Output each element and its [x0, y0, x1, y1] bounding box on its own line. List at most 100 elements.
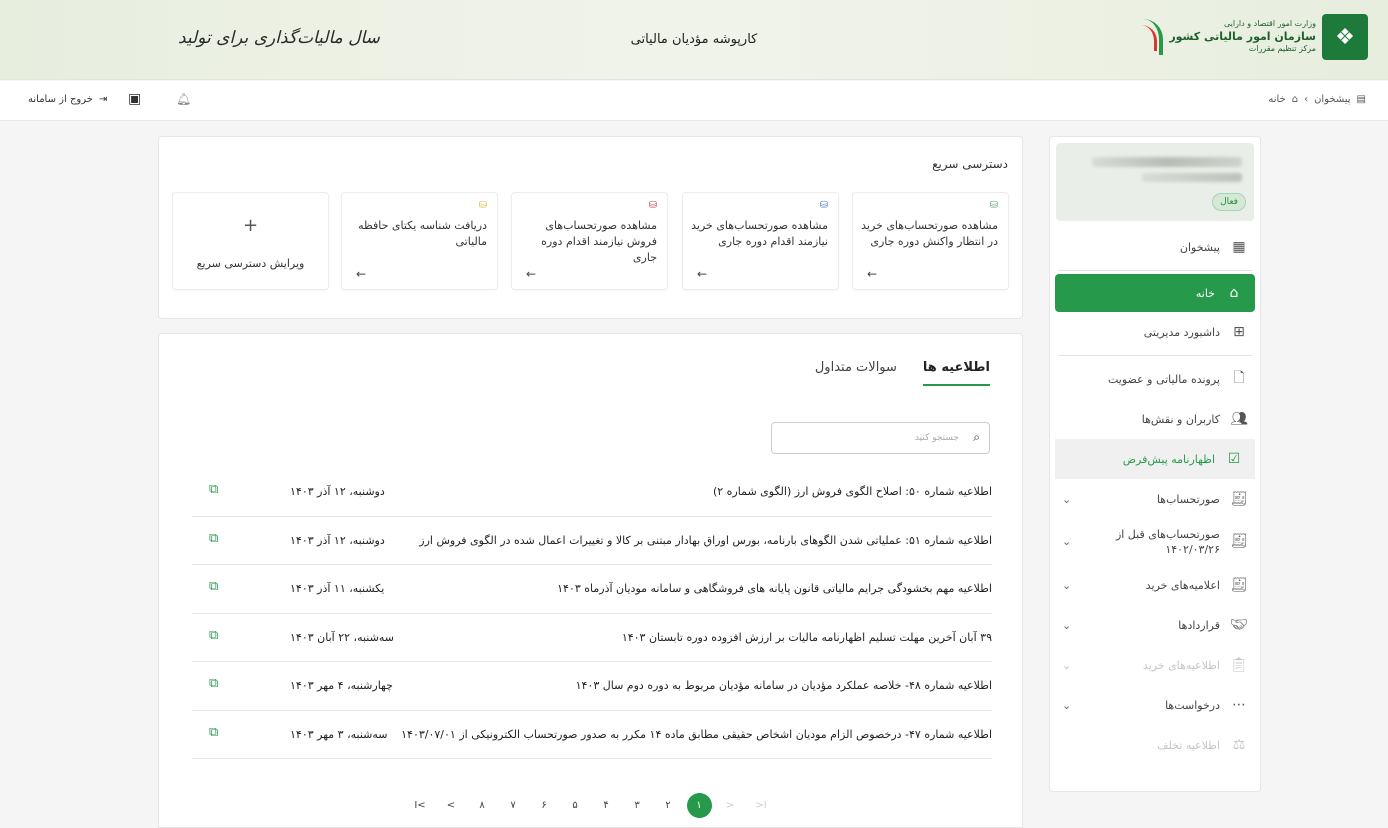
- next-page-button[interactable]: <: [718, 793, 743, 818]
- announcement-title[interactable]: اطلاعیه شماره ۵۰: اصلاح الگوی فروش ارز (…: [713, 485, 992, 498]
- profile-card-icon[interactable]: ▣: [128, 91, 141, 107]
- plus-icon: +: [242, 215, 259, 236]
- breadcrumb-dashboard[interactable]: پیشخوان: [1314, 94, 1350, 105]
- sidebar-item-label: درخواست‌ها: [1165, 698, 1220, 712]
- last-page-button[interactable]: I<: [749, 793, 774, 818]
- sidebar-item-tax-file[interactable]: 🗋 پرونده مالیاتی و عضویت: [1050, 359, 1260, 399]
- sidebar-item-requests[interactable]: ⋯ درخواست‌ها ⌄: [1050, 685, 1260, 725]
- page-button-8[interactable]: ۸: [470, 793, 495, 818]
- sidebar-item-label: قراردادها: [1178, 618, 1220, 632]
- announcement-title[interactable]: اطلاعیه شماره ۴۷- درخصوص الزام مودیان اش…: [401, 728, 992, 741]
- page-button-1[interactable]: ۱: [686, 793, 712, 818]
- receipt-icon: 🧾︎: [1230, 577, 1248, 593]
- chevron-down-icon: ⌄: [1062, 618, 1072, 632]
- coins-icon: ⛁: [648, 200, 657, 211]
- tab-faq[interactable]: سوالات متداول: [815, 360, 897, 386]
- announcement-row[interactable]: اطلاعیه مهم بخشودگی جرایم مالیاتی قانون …: [192, 565, 992, 614]
- sidebar-item-contracts[interactable]: 🤝︎ قراردادها ⌄: [1050, 605, 1260, 645]
- search-icon[interactable]: ⌕: [973, 430, 980, 445]
- sidebar-item-label: اظهارنامه پیش‌فرض: [1122, 452, 1215, 466]
- chevron-down-icon: ⌄: [1062, 698, 1072, 712]
- coins-icon: ⛁: [819, 200, 828, 211]
- quick-card-memory-id[interactable]: ⛁ دریافت شناسه یکتای حافظه مالیاتی ←: [341, 192, 498, 290]
- announcement-title[interactable]: اطلاعیه شماره ۴۸- خلاصه عملکرد مؤدیان در…: [576, 679, 992, 692]
- chevron-down-icon: ⌄: [1062, 535, 1072, 549]
- sidebar: فعال ▦ پیشخوان ⌂ خانه ⊞ داشبورد مدیریتی …: [1049, 136, 1261, 792]
- sidebar-item-invoices[interactable]: 🧾︎ صورتحساب‌ها ⌄: [1050, 479, 1260, 519]
- sidebar-item-management-dashboard[interactable]: ⊞ داشبورد مدیریتی: [1050, 312, 1260, 352]
- open-external-icon[interactable]: ⧉: [209, 531, 218, 546]
- toolbar: ▤ پیشخوان › ⌂ خانه 🔔︎ ▣ خروج از سامانه ⇥: [0, 81, 1388, 121]
- sidebar-item-default-declaration[interactable]: ☑ اظهارنامه پیش‌فرض: [1055, 439, 1255, 479]
- home-icon: ⌂: [1229, 285, 1239, 301]
- announcement-row[interactable]: ۳۹ آبان آخرین مهلت تسلیم اظهارنامه مالیا…: [192, 614, 992, 662]
- exit-button[interactable]: خروج از سامانه ⇥: [28, 94, 107, 105]
- announcement-row[interactable]: اطلاعیه شماره ۴۷- درخصوص الزام مودیان اش…: [192, 711, 992, 759]
- sidebar-item-old-invoices[interactable]: 🧾︎ صورتحساب‌های قبل از ۱۴۰۲/۰۳/۲۶ ⌄: [1050, 519, 1260, 565]
- search-input[interactable]: [789, 429, 959, 447]
- edit-quick-access-button[interactable]: + ویرایش دسترسی سریع: [172, 192, 329, 290]
- announcement-title[interactable]: اطلاعیه مهم بخشودگی جرایم مالیاتی قانون …: [557, 582, 992, 595]
- announcement-row[interactable]: اطلاعیه شماره ۴۸- خلاصه عملکرد مؤدیان در…: [192, 662, 992, 711]
- quick-card-sales-action[interactable]: ⛁ مشاهده صورتحساب‌های فروش نیازمند اقدام…: [511, 192, 668, 290]
- divider: [1058, 270, 1252, 271]
- users-icon: 👥︎: [1230, 411, 1248, 427]
- first-page-button[interactable]: >I: [408, 793, 433, 818]
- chevron-down-icon: ⌄: [1062, 492, 1072, 506]
- sidebar-item-users[interactable]: 👥︎ کاربران و نقش‌ها: [1050, 399, 1260, 439]
- announcement-title[interactable]: اطلاعیه شماره ۵۱: عملیاتی شدن الگوهای با…: [419, 534, 992, 547]
- prev-page-button[interactable]: >: [439, 793, 464, 818]
- sidebar-item-label: پرونده مالیاتی و عضویت: [1108, 372, 1220, 386]
- breadcrumb-home[interactable]: خانه: [1268, 94, 1285, 105]
- page-button-2[interactable]: ۲: [656, 793, 681, 818]
- bell-icon[interactable]: 🔔︎: [176, 92, 191, 106]
- sidebar-item-label: اعلامیه‌های خرید: [1145, 578, 1220, 592]
- open-external-icon[interactable]: ⧉: [209, 482, 218, 497]
- announcement-date: دوشنبه، ۱۲ آذر ۱۴۰۳: [290, 485, 385, 498]
- user-name-blurred: [1092, 157, 1242, 167]
- status-badge: فعال: [1212, 193, 1246, 211]
- coins-icon: ⛁: [478, 200, 487, 211]
- sidebar-item-home[interactable]: ⌂ خانه: [1055, 274, 1255, 312]
- announcement-title[interactable]: ۳۹ آبان آخرین مهلت تسلیم اظهارنامه مالیا…: [622, 631, 992, 644]
- checklist-icon: ☑: [1227, 451, 1241, 467]
- quick-card-purchase-action[interactable]: ⛁ مشاهده صورتحساب‌های خرید نیازمند اقدام…: [682, 192, 839, 290]
- open-external-icon[interactable]: ⧉: [209, 579, 218, 594]
- open-external-icon[interactable]: ⧉: [209, 628, 218, 643]
- quick-card-label: مشاهده صورتحساب‌های فروش نیازمند اقدام د…: [541, 219, 657, 264]
- announcement-list: اطلاعیه شماره ۵۰: اصلاح الگوی فروش ارز (…: [192, 468, 992, 759]
- sidebar-item-label: اطلاعیه‌های خرید: [1142, 658, 1220, 672]
- page-button-4[interactable]: ۴: [594, 793, 619, 818]
- dashboard-grid-icon: ▦: [1232, 239, 1246, 255]
- announcement-date: سه‌شنبه، ۳ مهر ۱۴۰۳: [290, 727, 388, 741]
- home-small-icon: ⌂: [1291, 94, 1299, 105]
- quick-card-pending-purchase[interactable]: ⛁ مشاهده صورتحساب‌های خرید در انتظار واک…: [852, 192, 1009, 290]
- handshake-icon: 🤝︎: [1230, 617, 1248, 633]
- page-button-3[interactable]: ۳: [625, 793, 650, 818]
- announcement-row[interactable]: اطلاعیه شماره ۵۱: عملیاتی شدن الگوهای با…: [192, 517, 992, 565]
- edit-quick-access-label: ویرایش دسترسی سریع: [196, 257, 305, 270]
- message-icon: ⋯: [1232, 697, 1246, 713]
- page-button-7[interactable]: ۷: [501, 793, 526, 818]
- tab-announcements[interactable]: اطلاعیه ها: [922, 360, 990, 386]
- announcement-date: دوشنبه، ۱۲ آذر ۱۴۰۳: [290, 533, 385, 547]
- quick-access-panel: دسترسی سریع ⛁ مشاهده صورتحساب‌های خرید د…: [158, 136, 1023, 319]
- sidebar-item-purchase-declarations[interactable]: 🧾︎ اعلامیه‌های خرید ⌄: [1050, 565, 1260, 605]
- arrow-left-icon: ←: [867, 267, 878, 281]
- organization-logo: ❖ وزارت امور اقتصاد و دارایی سازمان امور…: [1137, 14, 1368, 60]
- announcement-date: یکشنبه، ۱۱ آذر ۱۴۰۳: [290, 582, 385, 595]
- open-external-icon[interactable]: ⧉: [209, 725, 218, 740]
- page-button-6[interactable]: ۶: [532, 793, 557, 818]
- sidebar-item-dashboard[interactable]: ▦ پیشخوان: [1050, 227, 1260, 267]
- announcement-row[interactable]: اطلاعیه شماره ۵۰: اصلاح الگوی فروش ارز (…: [192, 468, 992, 517]
- flag-ribbon-icon: [1141, 19, 1164, 55]
- sidebar-item-violation-notice: ⚖ اطلاعیه تخلف: [1050, 725, 1260, 765]
- coins-icon: ⛁: [989, 200, 998, 211]
- file-icon: 🗋: [1233, 370, 1245, 386]
- chevron-down-icon: ⌄: [1062, 658, 1072, 672]
- open-external-icon[interactable]: ⧉: [209, 676, 218, 691]
- exit-label: خروج از سامانه: [28, 94, 93, 105]
- receipt-icon: 🧾︎: [1230, 491, 1248, 507]
- logout-icon: ⇥: [98, 94, 108, 105]
- page-button-5[interactable]: ۵: [563, 793, 588, 818]
